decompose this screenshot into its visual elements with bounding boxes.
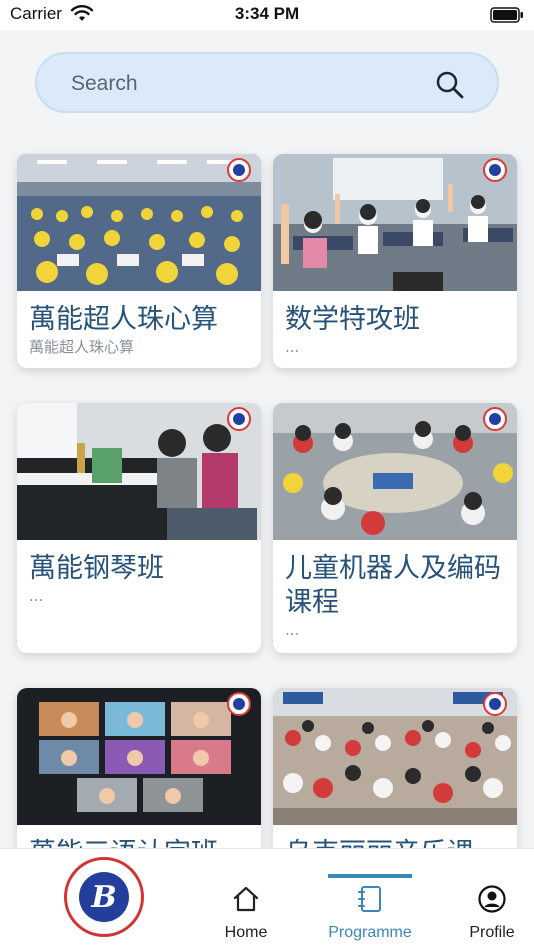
programme-title: 儿童机器人及编码课程 [285, 553, 501, 618]
brand-badge-icon [483, 407, 507, 431]
piano-class-photo [17, 403, 261, 540]
programme-subtitle: ... [29, 587, 44, 605]
programme-subtitle: ... [285, 338, 300, 356]
battery-icon [490, 7, 523, 23]
programme-card-math[interactable]: 数学特攻班 ... [273, 154, 517, 368]
brand-badge-icon [227, 158, 251, 182]
math-class-photo [273, 154, 517, 291]
notebook-icon [358, 886, 381, 912]
robotics-class-photo [273, 403, 517, 540]
search-bar[interactable]: Search [35, 52, 499, 113]
programme-card-robotics[interactable]: 儿童机器人及编码课程 ... [273, 403, 517, 653]
search-icon[interactable] [435, 70, 465, 100]
tab-profile[interactable]: Profile [442, 876, 534, 950]
programme-card-abacus[interactable]: 萬能超人珠心算 萬能超人珠心算 [17, 154, 261, 368]
tab-programme[interactable]: Programme [320, 876, 420, 950]
online-class-photo [17, 688, 261, 825]
brand-badge-icon [227, 692, 251, 716]
brand-badge-icon [483, 158, 507, 182]
programme-subtitle: ... [285, 621, 300, 639]
programme-card-piano[interactable]: 萬能钢琴班 ... [17, 403, 261, 653]
programme-title: 萬能钢琴班 [29, 553, 164, 584]
status-bar: Carrier 3:34 PM [0, 0, 534, 30]
tab-profile-label: Profile [469, 924, 515, 941]
ukulele-class-photo [273, 688, 517, 825]
brand-badge-icon [227, 407, 251, 431]
tab-home[interactable]: Home [196, 876, 296, 950]
user-circle-icon [478, 885, 506, 913]
logo-badge-icon: B [79, 872, 129, 922]
search-input[interactable]: Search [71, 72, 138, 96]
tab-programme-label: Programme [328, 924, 412, 941]
brand-badge-icon [483, 692, 507, 716]
home-icon [233, 886, 259, 912]
abacus-class-photo [17, 154, 261, 291]
programme-subtitle: 萬能超人珠心算 [29, 338, 135, 356]
programme-title: 数学特攻班 [285, 304, 420, 335]
tab-home-label: Home [224, 924, 268, 941]
status-time: 3:34 PM [234, 4, 300, 23]
programme-title: 萬能超人珠心算 [29, 304, 218, 335]
logo-letter: B [91, 880, 117, 915]
brand-logo[interactable]: B [64, 857, 144, 937]
